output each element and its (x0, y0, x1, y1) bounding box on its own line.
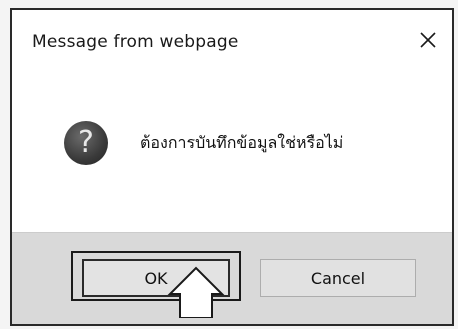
cancel-button[interactable]: Cancel (260, 259, 416, 297)
screenshot-frame: Message from webpage ? ต้องการบันทึกข้อม… (0, 0, 458, 329)
dialog-title: Message from webpage (32, 32, 239, 52)
dialog-titlebar[interactable]: Message from webpage (12, 10, 452, 78)
close-button[interactable] (410, 22, 446, 58)
dialog-message: ต้องการบันทึกข้อมูลใช่หรือไม่ (140, 133, 344, 152)
close-icon (420, 32, 436, 48)
question-icon: ? (64, 121, 108, 165)
dialog-body: ? ต้องการบันทึกข้อมูลใช่หรือไม่ (12, 78, 452, 233)
message-dialog: Message from webpage ? ต้องการบันทึกข้อม… (10, 8, 454, 326)
question-glyph: ? (78, 125, 94, 160)
callout-pointer-icon (167, 266, 225, 318)
dialog-footer: OK Cancel (12, 232, 452, 324)
